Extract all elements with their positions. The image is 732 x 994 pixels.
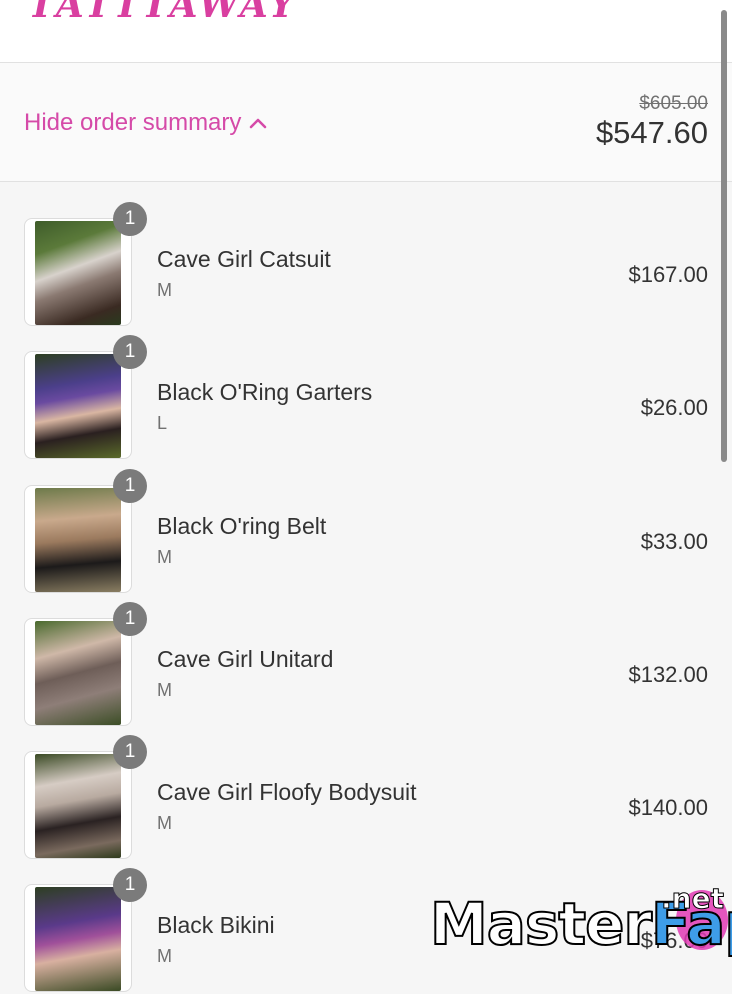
product-price: $140.00 [628,795,708,820]
chevron-up-icon [250,118,267,129]
product-variant: M [157,680,172,700]
toggle-label: Hide order summary [24,109,242,136]
product-name: Cave Girl Catsuit [157,246,331,272]
product-variant: M [157,280,172,300]
product-price: $33.00 [640,529,708,554]
quantity-badge: 1 [113,335,147,369]
product-thumbnail [24,751,132,859]
original-total: $605.00 [639,93,708,114]
quantity-badge: 1 [113,469,147,503]
quantity-badge: 1 [113,735,147,769]
watermark-suffix: .net [661,882,725,916]
line-item: 1 Black O'Ring Garters L $26.00 [0,335,732,461]
product-price: $132.00 [628,662,708,687]
product-price: $26.00 [640,395,708,420]
quantity-badge: 1 [113,202,147,236]
product-thumbnail [24,618,132,726]
line-item: 1 Cave Girl Catsuit M $167.00 [0,202,732,328]
product-thumbnail [24,218,132,326]
product-image [35,221,121,325]
product-variant: M [157,547,172,567]
product-name: Cave Girl Floofy Bodysuit [157,779,417,805]
product-variant: M [157,813,172,833]
product-name: Black O'ring Belt [157,513,327,539]
order-summary-toggle-bar[interactable]: Hide order summary $605.00 $547.60 [0,63,732,182]
product-image [35,887,121,991]
product-thumbnail [24,884,132,992]
line-item: 1 Cave Girl Unitard M $132.00 [0,602,732,728]
product-thumbnail [24,485,132,593]
product-name: Black O'Ring Garters [157,379,373,405]
product-image [35,354,121,458]
product-price: $167.00 [628,262,708,287]
product-thumbnail [24,351,132,459]
quantity-badge: 1 [113,868,147,902]
product-image [35,488,121,592]
product-name: Black Bikini [157,912,275,938]
quantity-badge: 1 [113,602,147,636]
product-variant: M [157,946,172,966]
watermark-main: Master [429,889,653,959]
hide-order-summary-button[interactable]: Hide order summary [24,109,267,137]
store-logo[interactable]: TATTTAWAY [28,0,298,26]
scrollbar-thumb[interactable] [721,10,727,462]
product-image [35,754,121,858]
order-total: $547.60 [595,115,708,150]
watermark-logo: MasterFap .net [429,882,732,960]
product-variant: L [157,413,168,433]
line-item: 1 Black O'ring Belt M $33.00 [0,469,732,595]
product-name: Cave Girl Unitard [157,646,334,672]
line-item: 1 Cave Girl Floofy Bodysuit M $140.00 [0,735,732,861]
product-image [35,621,121,725]
store-header: TATTTAWAY [0,0,732,63]
